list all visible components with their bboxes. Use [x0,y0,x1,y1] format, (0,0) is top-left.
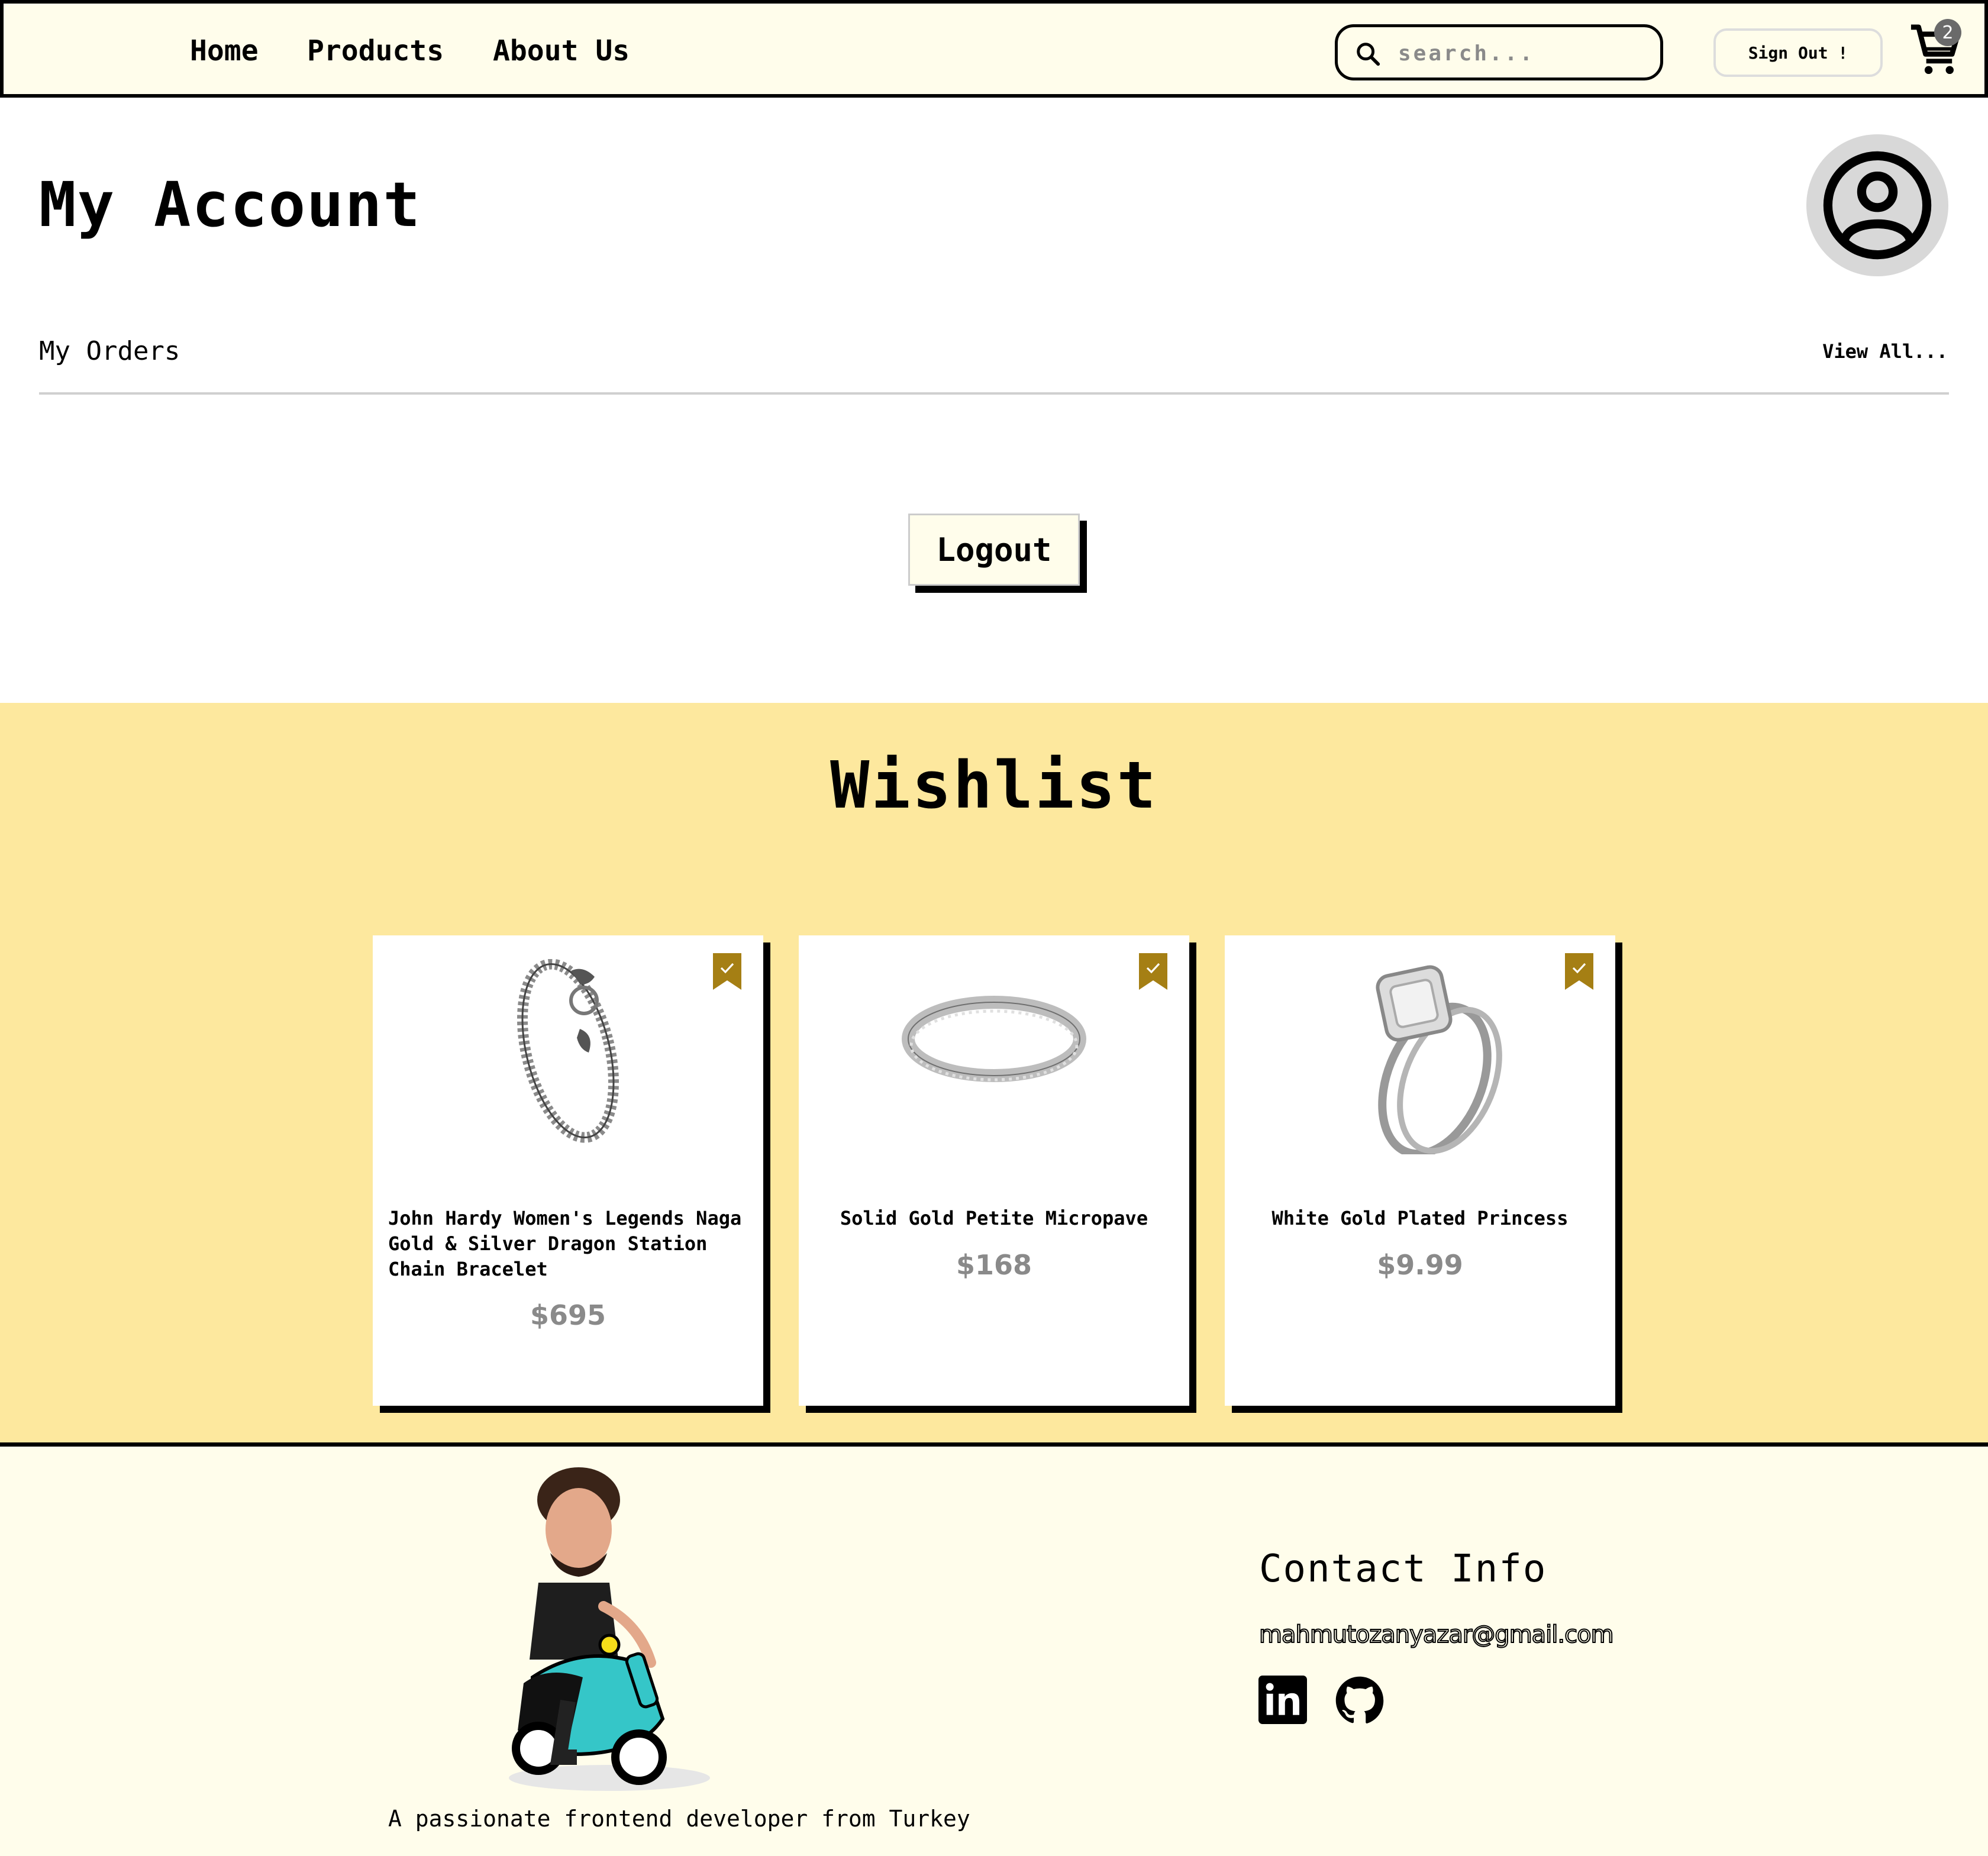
search-icon [1357,43,1380,66]
contact-email-link[interactable]: mahmutozanyazar@gmail.com [1258,1621,1615,1649]
developer-avatar-illustration [509,1467,710,1791]
view-all-orders-link[interactable]: View All... [1822,340,1948,363]
product-price: $9.99 [1377,1249,1463,1281]
wishlist-card[interactable]: John Hardy Women's Legends Naga Gold & S… [373,935,763,1406]
nav-products-link[interactable]: Products [307,34,444,67]
product-name: Solid Gold Petite Micropave [840,1207,1148,1229]
contact-title: Contact Info [1259,1547,1547,1591]
wishlist-title: Wishlist [830,747,1158,823]
page-title: My Account [39,169,422,241]
princess-ring-image [1376,965,1502,1154]
nav-home-link[interactable]: Home [190,34,259,67]
wishlist-card[interactable]: Solid Gold Petite Micropave $168 [799,935,1189,1406]
bracelet-image [517,959,619,1143]
nav-about-link[interactable]: About Us [493,34,630,67]
search-box [1335,24,1663,80]
product-price: $168 [956,1249,1032,1281]
sign-out-button[interactable]: Sign Out ! [1713,28,1883,77]
ring-image [902,996,1086,1082]
product-name: John Hardy Women's Legends Naga Gold & S… [388,1207,742,1280]
product-price: $695 [530,1299,606,1331]
navbar: Home Products About Us Sign Out ! [0,0,1988,98]
orders-title: My Orders [39,336,180,366]
github-icon[interactable] [1335,1676,1384,1725]
search-input[interactable] [1397,38,1648,69]
wishlist-card[interactable]: White Gold Plated Princess $9.99 [1225,935,1615,1406]
wishlist-section: Wishlist John Hardy Women's Legends Naga… [0,703,1988,1446]
avatar[interactable] [1806,134,1948,276]
linkedin-icon[interactable] [1258,1676,1307,1724]
logout-button[interactable]: Logout [908,514,1080,586]
cart-count-badge: 2 [1934,19,1961,46]
footer [0,1442,1988,1856]
orders-divider [39,392,1949,395]
product-name: White Gold Plated Princess [1271,1207,1569,1229]
user-icon [1823,151,1932,260]
footer-tagline: A passionate frontend developer from Tur… [388,1806,970,1832]
